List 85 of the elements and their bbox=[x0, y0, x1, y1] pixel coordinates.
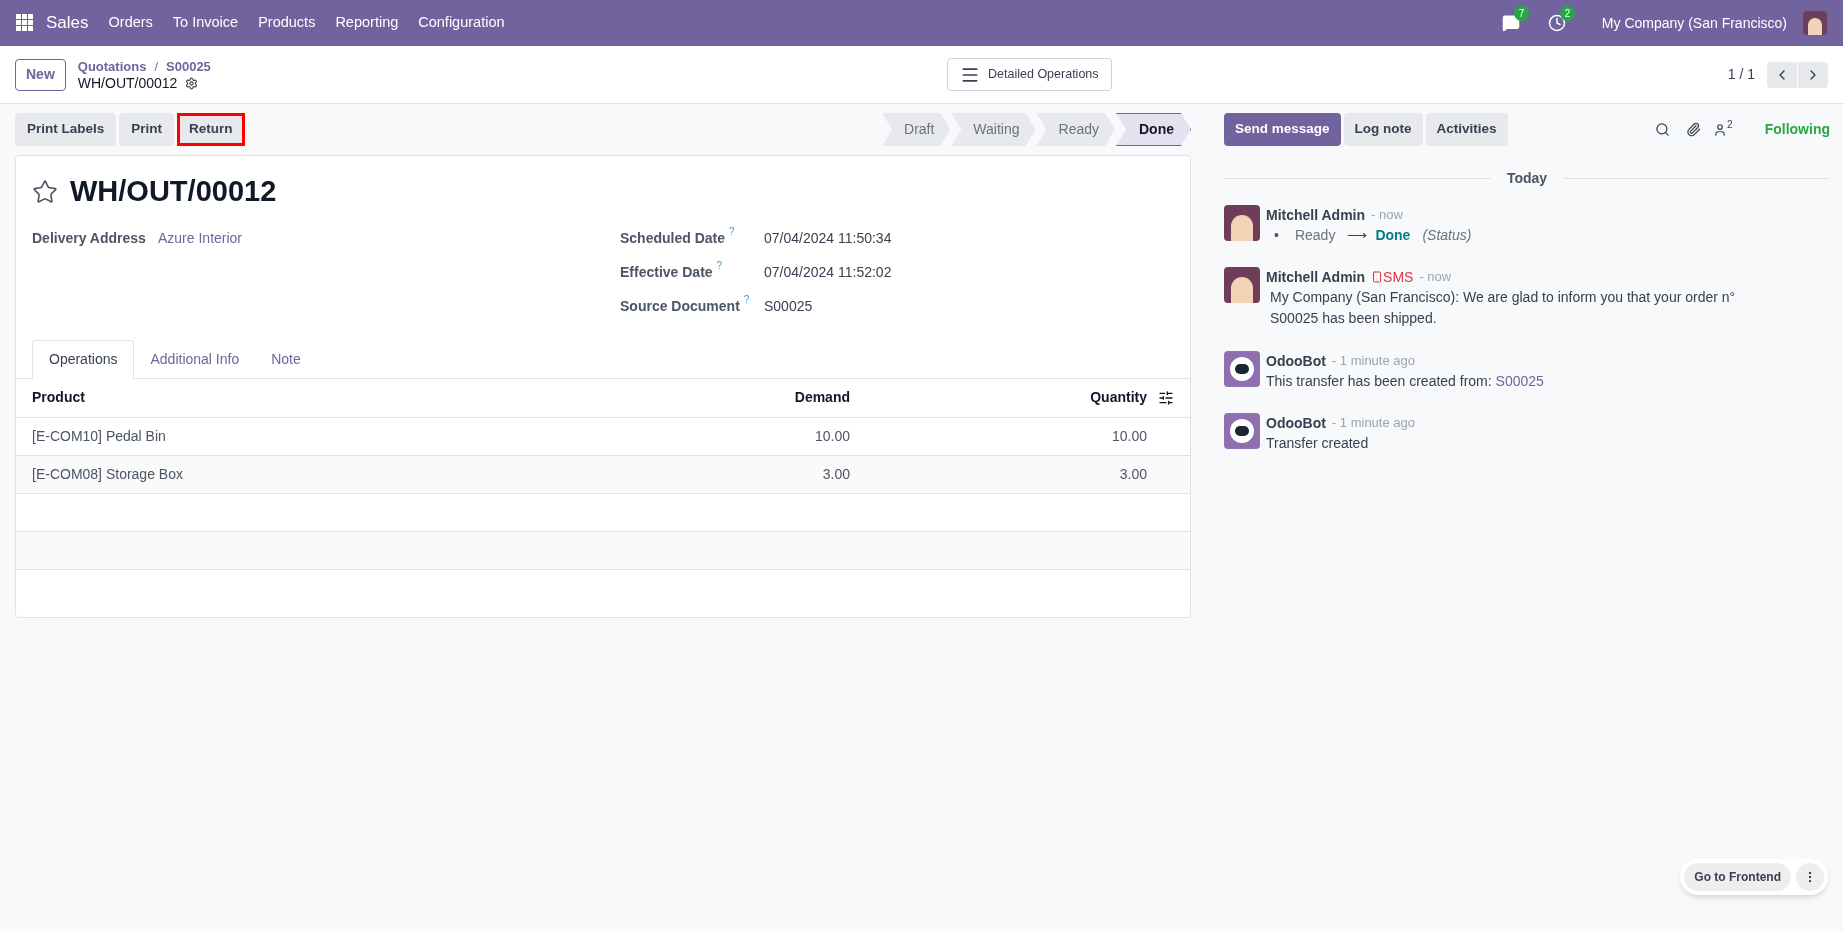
sms-label: SMS bbox=[1383, 268, 1414, 287]
menu-item[interactable]: Orders bbox=[108, 12, 153, 34]
field-value: 07/04/2024 11:52:02 bbox=[764, 262, 892, 282]
column-header[interactable]: Quantity bbox=[850, 387, 1147, 408]
chatter-button[interactable]: Log note bbox=[1343, 113, 1423, 146]
field-name: (Status) bbox=[1422, 226, 1472, 245]
old-value: Ready bbox=[1294, 226, 1336, 245]
status-step[interactable]: Waiting bbox=[951, 113, 1036, 146]
field-label: Scheduled Date bbox=[620, 228, 726, 248]
activities-count-badge: 2 bbox=[1559, 6, 1576, 21]
message-body: Transfer created bbox=[1266, 434, 1370, 453]
column-header[interactable]: Demand bbox=[650, 387, 850, 408]
table-cell-text: 3.00 bbox=[1118, 464, 1147, 484]
field-label: Source Document bbox=[620, 296, 740, 316]
app-name[interactable]: Sales bbox=[46, 10, 89, 36]
column-header[interactable]: Product bbox=[32, 387, 650, 408]
followers-count[interactable]: 2 bbox=[1727, 119, 1733, 131]
help-tooltip-mark[interactable]: ? bbox=[716, 259, 723, 272]
menu-item[interactable]: Configuration bbox=[418, 12, 505, 34]
messages-icon[interactable] bbox=[1501, 14, 1520, 32]
status-step[interactable]: Draft bbox=[882, 113, 951, 146]
breadcrumb-separator: / bbox=[154, 57, 159, 75]
message-time: - now bbox=[1419, 268, 1452, 286]
table-cell-text: [E-COM08] Storage Box bbox=[32, 464, 184, 484]
company-name[interactable]: My Company (San Francisco) bbox=[1601, 12, 1787, 34]
source-link[interactable]: S00025 bbox=[1495, 373, 1544, 389]
gear-icon[interactable] bbox=[185, 76, 199, 90]
action-button[interactable]: Print bbox=[119, 113, 175, 146]
date-separator: Today bbox=[1505, 169, 1549, 188]
activities-icon[interactable] bbox=[1547, 14, 1566, 32]
phone-icon bbox=[1371, 271, 1384, 283]
field-value: S00025 bbox=[764, 296, 813, 316]
message-time: - now bbox=[1371, 206, 1403, 224]
record-name: WH/OUT/00012 bbox=[77, 74, 178, 92]
message-author[interactable]: Mitchell Admin bbox=[1266, 205, 1366, 225]
record-title: WH/OUT/00012 bbox=[70, 174, 277, 209]
help-tooltip-mark[interactable]: ? bbox=[729, 225, 735, 238]
message-body: This transfer has been created from: bbox=[1266, 373, 1492, 389]
form-tab[interactable]: Note bbox=[255, 339, 317, 379]
chatter-button[interactable]: Activities bbox=[1425, 113, 1508, 146]
table-cell-text: 10.00 bbox=[813, 426, 850, 446]
action-button[interactable]: Return bbox=[177, 113, 245, 146]
column-settings-icon[interactable] bbox=[1158, 389, 1174, 406]
form-tab[interactable]: Operations bbox=[32, 339, 135, 379]
chatter-button[interactable]: Send message bbox=[1224, 113, 1341, 146]
field-label: Effective Date bbox=[620, 262, 713, 282]
menu-item[interactable]: Products bbox=[258, 12, 316, 34]
menu-item[interactable]: To Invoice bbox=[172, 12, 239, 34]
message-body: My Company (San Francisco): We are glad to inform you that your order n° S00025 has been shipped. bbox=[1270, 288, 1737, 328]
field-label: Delivery Address bbox=[32, 228, 147, 248]
message-author[interactable]: OdooBot bbox=[1266, 413, 1326, 433]
following-status[interactable]: Following bbox=[1764, 119, 1830, 140]
breadcrumb-link[interactable]: S00025 bbox=[166, 57, 211, 75]
bullet-mark: • bbox=[1274, 226, 1279, 245]
new-value: Done bbox=[1375, 226, 1411, 245]
message-author[interactable]: Mitchell Admin bbox=[1266, 267, 1366, 287]
help-tooltip-mark[interactable]: ? bbox=[743, 293, 750, 306]
new-button[interactable]: New bbox=[15, 58, 66, 91]
message-author[interactable]: OdooBot bbox=[1266, 351, 1326, 371]
menu-item[interactable]: Reporting bbox=[335, 12, 399, 34]
table-cell-text: 3.00 bbox=[821, 464, 850, 484]
status-step[interactable]: Ready bbox=[1036, 113, 1115, 146]
action-button[interactable]: Print Labels bbox=[15, 113, 117, 146]
followers-icon[interactable] bbox=[1713, 122, 1728, 137]
previous-button[interactable] bbox=[1767, 61, 1797, 88]
table-cell-text: [E-COM10] Pedal Bin bbox=[32, 426, 167, 446]
paperclip-icon[interactable] bbox=[1686, 122, 1702, 137]
arrow-mark: ⟶ bbox=[1347, 226, 1368, 245]
detailed-operations-button[interactable]: Detailed Operations bbox=[947, 58, 1112, 91]
user-avatar[interactable] bbox=[1803, 11, 1827, 35]
search-icon[interactable] bbox=[1655, 122, 1671, 137]
table-cell-text: 10.00 bbox=[1110, 426, 1147, 446]
breadcrumb-link[interactable]: Quotations bbox=[77, 57, 147, 75]
field-link[interactable]: Azure Interior bbox=[158, 227, 243, 262]
message-time: - 1 minute ago bbox=[1331, 352, 1415, 370]
status-step[interactable]: Done bbox=[1116, 113, 1191, 146]
message-time: - 1 minute ago bbox=[1331, 414, 1415, 432]
field-value: 07/04/2024 11:50:34 bbox=[764, 228, 892, 248]
star-icon[interactable] bbox=[32, 178, 58, 205]
apps-grid-icon[interactable] bbox=[16, 14, 34, 32]
next-button[interactable] bbox=[1798, 61, 1828, 88]
go-to-frontend-button[interactable]: Go to Frontend bbox=[1684, 863, 1791, 891]
messages-count-badge: 7 bbox=[1513, 6, 1530, 21]
form-tab[interactable]: Additional Info bbox=[134, 339, 256, 379]
pager-value: 1 / 1 bbox=[1727, 65, 1755, 84]
